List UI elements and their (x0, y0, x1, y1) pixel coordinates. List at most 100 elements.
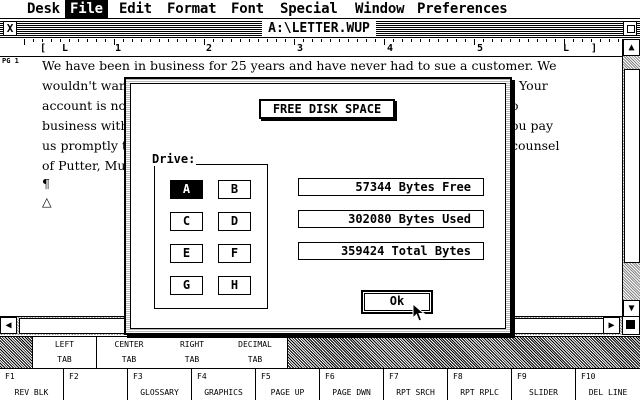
fkey-label: GRAPHICS (204, 388, 243, 397)
ruler-ticks (24, 39, 619, 45)
full-box-icon[interactable] (623, 21, 637, 36)
drive-b-button[interactable]: B (218, 180, 251, 199)
drive-h-button[interactable]: H (218, 276, 251, 295)
fkey-f6[interactable]: F6 PAGE DWN (320, 369, 384, 400)
ruler-left-margin[interactable]: [ (40, 43, 46, 54)
tab-label: TAB (247, 355, 263, 364)
menu-special[interactable]: Special (275, 0, 343, 19)
fkey-f9[interactable]: F9 SLIDER (512, 369, 576, 400)
ruler-right-margin[interactable]: ] (591, 43, 597, 54)
doc-line: us promptly to (42, 138, 135, 153)
drive-d-button[interactable]: D (218, 212, 251, 231)
fkey-number: F10 (581, 372, 596, 381)
menu-file[interactable]: File (65, 0, 108, 19)
ruler-tab-marker[interactable]: L (62, 43, 68, 54)
drive-c-button[interactable]: C (170, 212, 203, 231)
bytes-free-field: 57344 Bytes Free (298, 178, 484, 196)
total-bytes-field: 359424 Total Bytes (298, 242, 484, 260)
drive-e-button[interactable]: E (170, 244, 203, 263)
drive-label: Drive: (151, 152, 197, 166)
ruler-number-4: 4 (387, 43, 394, 54)
ruler-number-2: 2 (206, 43, 213, 54)
tab-label: TAB (121, 355, 137, 364)
drive-g-button[interactable]: G (170, 276, 203, 295)
menu-window[interactable]: Window (350, 0, 409, 19)
doc-line: account is nov (42, 98, 134, 113)
paragraph-mark: ¶ (42, 176, 50, 191)
scroll-left-icon[interactable]: ◀ (0, 317, 17, 334)
menu-font[interactable]: Font (226, 0, 269, 19)
scroll-up-icon[interactable]: ▲ (623, 39, 640, 56)
fkey-number: F9 (517, 372, 527, 381)
tab-label: DECIMAL (238, 340, 272, 349)
mouse-pointer-icon (412, 303, 426, 322)
scroll-down-icon[interactable]: ▼ (623, 300, 640, 317)
function-key-bar: F1 REV BLK F2 F3 GLOSSARY F4 GRAPHICS F5 PAG… (0, 368, 640, 400)
drive-a-button[interactable]: A (170, 180, 203, 199)
window-title-bar[interactable]: X A:\LETTER.WUP (0, 20, 640, 38)
fkey-number: F7 (389, 372, 399, 381)
dialog-panel: FREE DISK SPACE A B C D E F G H Drive: 5… (130, 83, 506, 329)
tab-label: RIGHT (179, 340, 205, 349)
fkey-f7[interactable]: F7 RPT SRCH (384, 369, 448, 400)
free-disk-space-dialog: FREE DISK SPACE A B C D E F G H Drive: 5… (124, 77, 512, 335)
fkey-number: F3 (133, 372, 143, 381)
ruler-number-3: 3 (297, 43, 304, 54)
close-box-icon[interactable]: X (3, 21, 17, 36)
fkey-label: RPT SRCH (396, 388, 435, 397)
bytes-used-field: 302080 Bytes Used (298, 210, 484, 228)
fkey-label: REV BLK (14, 388, 49, 397)
menu-edit[interactable]: Edit (114, 0, 157, 19)
fkey-label: SLIDER (529, 388, 558, 397)
fkey-f1[interactable]: F1 REV BLK (0, 369, 64, 400)
tab-label: TAB (184, 355, 200, 364)
fkey-number: F6 (325, 372, 335, 381)
fkey-label: PAGE DWN (332, 388, 371, 397)
fkey-number: F1 (5, 372, 15, 381)
fkey-f3[interactable]: F3 GLOSSARY (128, 369, 192, 400)
left-tab-button[interactable]: LEFT TAB (32, 337, 97, 368)
fkey-f2[interactable]: F2 (64, 369, 128, 400)
ruler[interactable]: [ L 1 2 3 4 5 L ] (0, 39, 622, 57)
doc-line-fragment: counsel (511, 138, 560, 153)
scroll-right-icon[interactable]: ▶ (603, 317, 620, 334)
end-of-document-mark: △ (42, 194, 52, 209)
tab-label: CENTER (114, 340, 144, 349)
fkey-label: DEL LINE (588, 388, 628, 397)
fkey-f4[interactable]: F4 GRAPHICS (192, 369, 256, 400)
drive-selector-box: A B C D E F G H (154, 164, 268, 309)
doc-line-fragment: ou pay (511, 118, 554, 133)
fkey-label: GLOSSARY (140, 388, 179, 397)
drive-f-button[interactable]: F (218, 244, 251, 263)
decimal-tab-button[interactable]: DECIMAL TAB (223, 337, 288, 368)
doc-line: We have been in business for 25 years an… (42, 58, 557, 73)
fkey-number: F4 (197, 372, 207, 381)
vertical-scrollbar[interactable]: ▲ ▼ (622, 39, 640, 335)
fkey-number: F8 (453, 372, 463, 381)
center-tab-button[interactable]: CENTER TAB (97, 337, 162, 368)
window-title: A:\LETTER.WUP (262, 21, 376, 37)
dialog-title: FREE DISK SPACE (259, 99, 395, 119)
tab-label: LEFT (54, 340, 75, 349)
doc-line: of Putter, Mut (42, 158, 131, 173)
fkey-number: F5 (261, 372, 271, 381)
menu-preferences[interactable]: Preferences (412, 0, 513, 19)
ruler-tab-marker-right[interactable]: L (563, 43, 569, 54)
fkey-f10[interactable]: F10 DEL LINE (576, 369, 640, 400)
fkey-f5[interactable]: F5 PAGE UP (256, 369, 320, 400)
doc-line-fragment: Your (519, 78, 548, 93)
page-marker: PG 1 (2, 58, 19, 65)
fkey-label: PAGE UP (270, 388, 305, 397)
doc-line: business with (42, 118, 129, 133)
fkey-number: F2 (69, 372, 79, 381)
menu-bar: Desk File Edit Format Font Special Windo… (0, 0, 640, 19)
right-tab-button[interactable]: RIGHT TAB (160, 337, 225, 368)
vertical-scroll-thumb[interactable] (624, 69, 640, 263)
fkey-f8[interactable]: F8 RPT RPLC (448, 369, 512, 400)
fkey-label: RPT RPLC (460, 388, 499, 397)
ruler-number-5: 5 (477, 43, 484, 54)
resize-box-icon[interactable] (622, 316, 640, 335)
menu-desk[interactable]: Desk (22, 0, 65, 19)
tab-function-bar: LEFT TAB CENTER TAB RIGHT TAB DECIMAL TA… (0, 336, 640, 368)
menu-format[interactable]: Format (162, 0, 221, 19)
